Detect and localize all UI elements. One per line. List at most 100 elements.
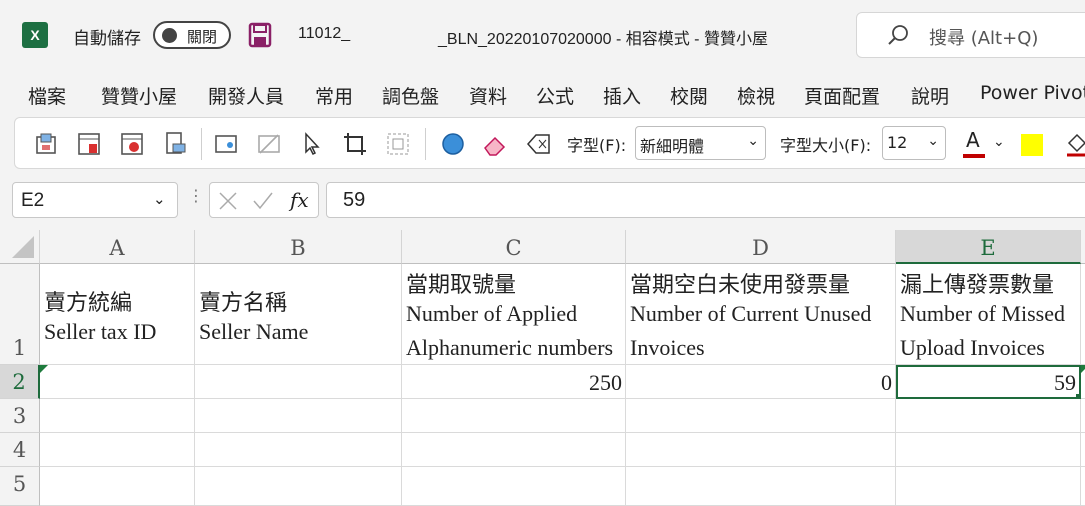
row-header-2[interactable]: 2 [0,365,40,399]
cell-f2[interactable] [1081,365,1085,399]
name-box[interactable]: E2 ⌄ [12,182,178,218]
cell-value: 59 [1054,370,1076,395]
row-header-4[interactable]: 4 [0,433,40,467]
cell-f3[interactable] [1081,399,1085,433]
menu-home[interactable]: 常用 [315,82,353,109]
crop-icon[interactable] [342,131,368,157]
document-title-part2: _BLN_20220107020000 - 相容模式 - 贊贊小屋 [438,31,768,48]
cell-b2[interactable] [195,365,402,399]
cell-a5[interactable] [40,467,195,506]
print-form-icon[interactable] [162,131,188,157]
cell-f4[interactable] [1081,433,1085,467]
menu-power-pivot[interactable]: Power Pivot [980,82,1085,104]
chevron-down-icon: ⌄ [747,133,759,149]
function-icon[interactable]: fx [290,188,309,212]
row-header-3[interactable]: 3 [0,399,40,433]
select-pointer-icon[interactable] [299,131,325,157]
autosave-state: 關閉 [187,28,218,46]
cell-e3[interactable] [896,399,1081,433]
cell-e2-selected[interactable]: 59 [896,365,1081,399]
cell-d4[interactable] [626,433,896,467]
cell-e1[interactable]: 漏上傳發票數量 Number of Missed Upload Invoices [896,264,1081,365]
object-icon[interactable] [33,131,59,157]
header-text-en: Upload Invoices [900,335,1045,360]
cell-d5[interactable] [626,467,896,506]
menu-help[interactable]: 說明 [911,82,949,109]
row-header-5[interactable]: 5 [0,467,40,506]
form-icon[interactable] [76,131,102,157]
hide-picture-icon[interactable] [256,131,282,157]
cell-c5[interactable] [402,467,626,506]
group-icon[interactable] [385,131,411,157]
row-header-1[interactable]: 1 [0,264,40,365]
eraser-icon[interactable] [482,131,508,157]
cell-b1[interactable]: 賣方名稱 Seller Name [195,264,402,365]
cell-value: 0 [881,370,892,395]
menu-review[interactable]: 校閱 [670,82,708,109]
menu-insert[interactable]: 插入 [603,82,641,109]
column-header-d[interactable]: D [626,230,896,264]
column-header-e[interactable]: E [896,230,1081,264]
save-icon[interactable] [248,22,272,48]
picture-icon[interactable] [213,131,239,157]
cell-d2[interactable]: 0 [626,365,896,399]
enter-check-icon[interactable] [252,191,274,211]
menu-palette[interactable]: 調色盤 [382,82,439,109]
cell-a1[interactable]: 賣方統編 Seller tax ID [40,264,195,365]
cell-b4[interactable] [195,433,402,467]
cell-d1[interactable]: 當期空白未使用發票量 Number of Current Unused Invo… [626,264,896,365]
menu-zanzan[interactable]: 贊贊小屋 [101,82,177,109]
autosave-toggle[interactable]: 關閉 [153,21,231,49]
menu-developer[interactable]: 開發人員 [208,82,284,109]
search-box[interactable]: 搜尋 (Alt+Q) [856,12,1085,58]
cell-c2[interactable]: 250 [402,365,626,399]
corner-triangle-icon [12,236,34,258]
menu-data[interactable]: 資料 [469,82,507,109]
menu-file[interactable]: 檔案 [28,82,66,109]
font-select[interactable]: 新細明體 ⌄ [635,126,766,160]
cell-c4[interactable] [402,433,626,467]
spreadsheet-grid: A B C D E 1 2 3 4 5 賣方統編 Seller tax ID 賣… [0,230,1085,506]
ribbon-separator [425,128,426,160]
menu-page-layout[interactable]: 頁面配置 [804,82,880,109]
cell-e4[interactable] [896,433,1081,467]
font-color-button[interactable]: A [963,128,987,160]
cell-c3[interactable] [402,399,626,433]
more-options-icon[interactable]: ⋮ [188,186,204,205]
column-header-a[interactable]: A [40,230,195,264]
cell-a3[interactable] [40,399,195,433]
cell-b5[interactable] [195,467,402,506]
cell-a4[interactable] [40,433,195,467]
chevron-down-icon[interactable]: ⌄ [993,134,1005,150]
column-header-f[interactable] [1081,230,1085,264]
cancel-icon[interactable] [218,191,238,211]
header-text-en: Seller tax ID [44,319,157,344]
menu-formulas[interactable]: 公式 [536,82,574,109]
cell-f1[interactable] [1081,264,1085,365]
record-icon[interactable] [119,131,145,157]
paint-bucket-icon[interactable] [1065,131,1085,157]
cell-f5[interactable] [1081,467,1085,506]
cell-c1[interactable]: 當期取號量 Number of Applied Alphanumeric num… [402,264,626,365]
excel-app-icon: X [22,22,48,48]
cell-e5[interactable] [896,467,1081,506]
clear-format-icon[interactable] [526,131,552,157]
header-text-zh: 漏上傳發票數量 [900,272,1055,297]
formula-buttons: fx [209,182,319,218]
header-text-en: Number of Missed [900,301,1065,326]
cell-a2[interactable] [40,365,195,399]
cell-b3[interactable] [195,399,402,433]
formula-input[interactable]: 59 [326,182,1085,218]
column-header-b[interactable]: B [195,230,402,264]
font-size-select[interactable]: 12 ⌄ [882,126,946,160]
column-header-c[interactable]: C [402,230,626,264]
cell-d3[interactable] [626,399,896,433]
menu-bar: 檔案 贊贊小屋 開發人員 常用 調色盤 資料 公式 插入 校閱 檢視 頁面配置 … [0,70,1085,116]
fill-color-swatch[interactable] [1021,134,1043,156]
menu-view[interactable]: 檢視 [737,82,775,109]
font-size-value: 12 [887,133,908,152]
circle-shape-icon[interactable] [440,131,466,157]
error-indicator-icon [40,365,48,373]
title-bar: X 自動儲存 關閉 11012_ _BLN_20220107020000 - 相… [0,0,1085,70]
select-all-corner[interactable] [0,230,40,264]
